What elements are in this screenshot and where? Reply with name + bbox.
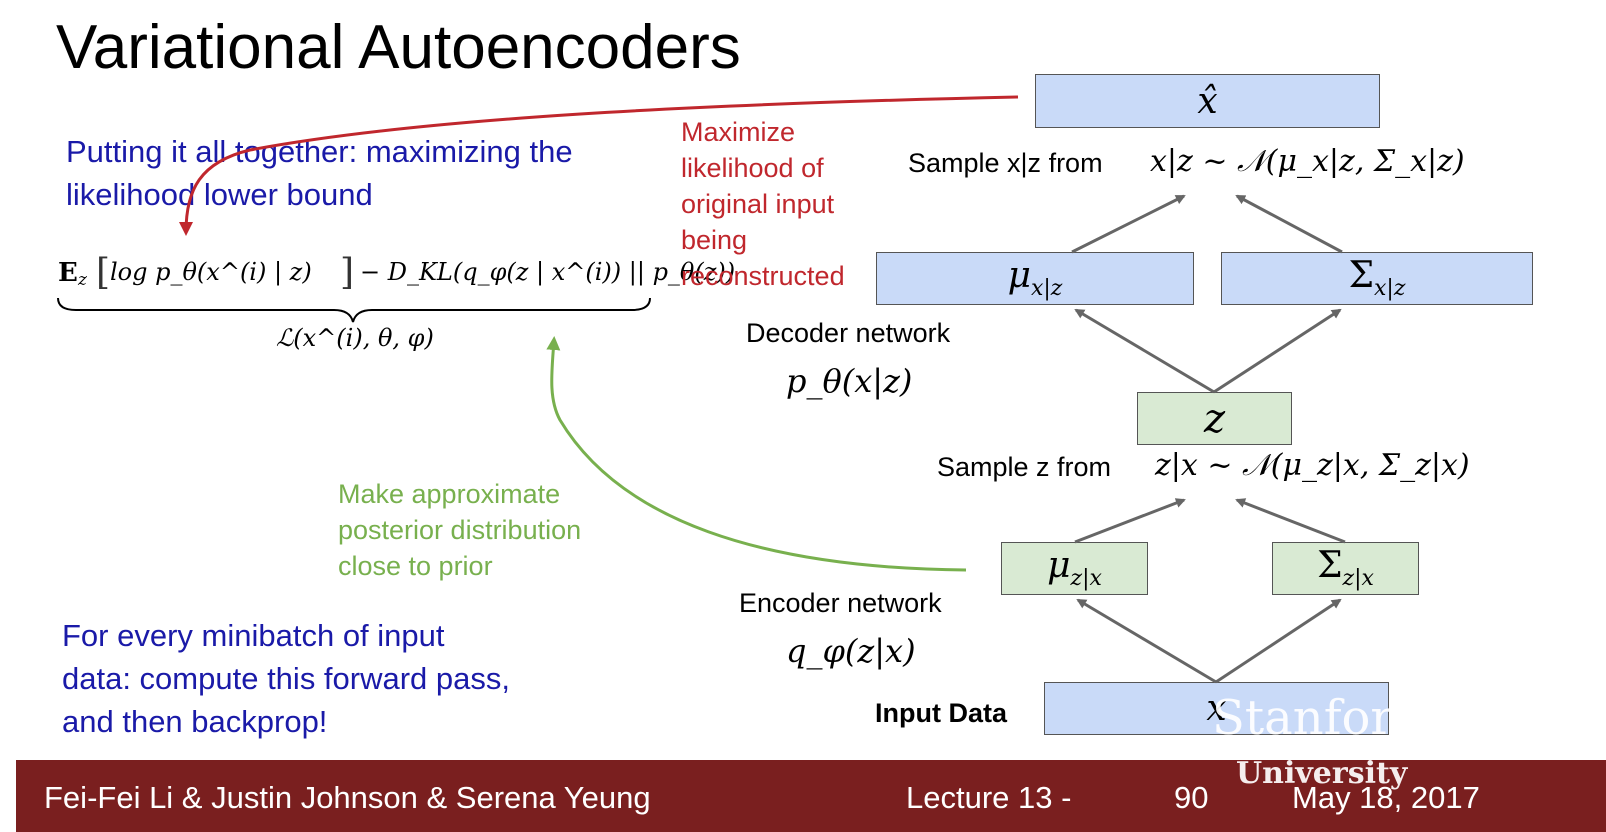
kl-arrow <box>546 336 967 572</box>
arrow-mu-z-to-sample <box>1074 498 1186 544</box>
footer-lecture: Lecture 13 - <box>906 780 1072 815</box>
left-margin <box>0 0 16 832</box>
arrow-z-to-mu-x <box>1074 308 1215 394</box>
slide: Variational Autoencoders Putting it all … <box>0 0 1606 832</box>
arrow-sigma-z-to-sample <box>1235 498 1346 544</box>
university-watermark: University <box>1236 756 1408 791</box>
arrow-input-to-mu-z <box>1076 598 1217 684</box>
stanford-watermark: Stanford <box>1212 690 1425 746</box>
arrow-input-to-sigma-z <box>1215 598 1342 684</box>
footer-authors: Fei-Fei Li & Justin Johnson & Serena Yeu… <box>44 780 651 815</box>
arrow-sigma-x-to-sample <box>1235 194 1343 254</box>
arrow-mu-x-to-sample <box>1071 194 1186 254</box>
reconstruction-arrow <box>179 95 1019 236</box>
arrow-z-to-sigma-x <box>1213 308 1342 394</box>
footer-page-number: 90 <box>1174 780 1209 815</box>
